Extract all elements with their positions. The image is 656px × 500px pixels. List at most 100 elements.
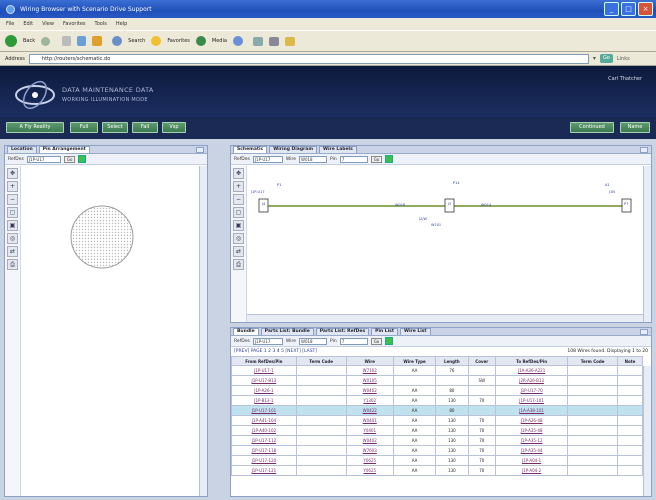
schem-refresh-icon[interactable] bbox=[385, 155, 394, 163]
wl-pin-input[interactable]: 7 bbox=[339, 337, 368, 345]
tab-wire-labels[interactable]: Wire Labels bbox=[319, 146, 357, 153]
column-header[interactable]: To RefDes/Pin bbox=[494, 356, 569, 366]
cell-link[interactable]: Y1302 bbox=[363, 398, 376, 403]
menu-view[interactable]: View bbox=[42, 21, 54, 27]
cell-link[interactable]: W0401 bbox=[363, 418, 377, 423]
schem-wire-input[interactable]: W018 bbox=[298, 155, 327, 163]
schem-arrow-icon[interactable]: ⇄ bbox=[233, 246, 244, 257]
left-panel-scrollbar[interactable] bbox=[199, 166, 207, 496]
magnify-icon[interactable]: ◎ bbox=[7, 233, 18, 244]
table-cell[interactable]: J1P-A26-48 bbox=[494, 415, 569, 426]
cell-link[interactable]: J1P-U17-118 bbox=[252, 448, 277, 453]
schem-go-button[interactable]: Go bbox=[370, 155, 383, 163]
refdes-go-button[interactable]: Go bbox=[63, 155, 76, 163]
cell-link[interactable]: J1P-U17-B13 bbox=[252, 378, 277, 383]
table-cell[interactable]: J1P-A41-104 bbox=[231, 415, 297, 426]
folder-icon[interactable] bbox=[284, 36, 295, 46]
table-cell[interactable]: W0422 bbox=[345, 405, 394, 416]
cell-link[interactable]: J1P-B13-1 bbox=[254, 398, 273, 403]
table-cell[interactable]: J1P-U17-112 bbox=[231, 435, 297, 446]
dropdown-arrow-icon[interactable]: ▾ bbox=[593, 55, 596, 62]
back-button[interactable]: Back bbox=[23, 38, 35, 44]
close-button[interactable]: × bbox=[638, 2, 653, 16]
links-label[interactable]: Links bbox=[617, 56, 630, 62]
table-cell[interactable]: J1P-U17-121 bbox=[231, 465, 297, 476]
connector-pin-diagram[interactable] bbox=[69, 204, 135, 270]
column-header[interactable]: Term Code bbox=[295, 356, 347, 366]
cell-link[interactable]: J1P-U17-121 bbox=[252, 468, 277, 473]
wirelist-close-icon[interactable] bbox=[640, 329, 648, 335]
schematic-h-scrollbar[interactable] bbox=[247, 314, 643, 322]
forward-icon[interactable] bbox=[41, 36, 51, 46]
cell-link[interactable]: J1P-A40-102 bbox=[252, 428, 276, 433]
arrow-icon[interactable]: ⇄ bbox=[7, 246, 18, 257]
table-row[interactable]: J1P-U17-121 Y0625 AA 130 70 J1P-A04-2 bbox=[231, 465, 643, 476]
schem-magnify-icon[interactable]: ◎ bbox=[233, 233, 244, 244]
cell-link[interactable]: J1P-U17-112 bbox=[252, 438, 277, 443]
table-row[interactable]: J1P-A26-1 W0402 AA 80 J1P-U17-70 bbox=[231, 385, 643, 396]
tab-wire-list[interactable]: Wire List bbox=[400, 328, 431, 335]
zoom-in-icon[interactable]: + bbox=[7, 181, 18, 192]
table-cell[interactable]: J1P-U17-101 bbox=[231, 405, 297, 416]
column-header[interactable]: Cover bbox=[467, 356, 496, 366]
schem-print-icon[interactable]: ⎙ bbox=[233, 259, 244, 270]
wl-refdes-input[interactable]: J1P-U17 bbox=[252, 337, 283, 345]
cell-link[interactable]: J2R-A26-B13 bbox=[519, 378, 544, 383]
schem-pan-icon[interactable]: ✥ bbox=[233, 168, 244, 179]
cell-link[interactable]: J1P-U17-101 bbox=[519, 398, 544, 403]
cell-link[interactable]: J1P-A35-12 bbox=[521, 438, 543, 443]
schem-fit-icon[interactable]: ▢ bbox=[233, 207, 244, 218]
menu-favorites[interactable]: Favorites bbox=[63, 21, 86, 27]
column-header[interactable]: Wire bbox=[345, 356, 394, 366]
media-button[interactable]: Media bbox=[212, 38, 227, 44]
cell-link[interactable]: J1P-A35-44 bbox=[521, 448, 543, 453]
column-header[interactable]: Note bbox=[617, 356, 643, 366]
schem-zoom-out-icon[interactable]: − bbox=[233, 194, 244, 205]
go-button[interactable]: Go bbox=[599, 54, 613, 63]
table-cell[interactable]: J1P-A26-1 bbox=[231, 385, 297, 396]
refresh-green-icon[interactable] bbox=[78, 155, 87, 163]
tab-pin-arrangement[interactable]: Pin Arrangement bbox=[38, 146, 90, 153]
menu-file[interactable]: File bbox=[6, 21, 14, 27]
table-row[interactable]: J1P-U17-120 Y0625 AA 130 70 J1P-A04-1 bbox=[231, 455, 643, 466]
cell-link[interactable]: Y0625 bbox=[363, 468, 376, 473]
tab-schematic[interactable]: Schematic bbox=[233, 146, 268, 153]
schematic-close-icon[interactable] bbox=[640, 147, 648, 153]
table-cell[interactable]: J1P-U17-1 bbox=[231, 365, 297, 376]
table-cell[interactable]: J1A-A36-A221 bbox=[494, 365, 569, 376]
star-icon[interactable] bbox=[151, 36, 162, 46]
table-cell[interactable]: J1P-U17-101 bbox=[494, 395, 569, 406]
cell-link[interactable]: W7603 bbox=[363, 448, 377, 453]
table-cell[interactable]: J1P-A35-12 bbox=[494, 435, 569, 446]
table-cell[interactable]: W0105 bbox=[345, 375, 394, 386]
table-cell[interactable]: J1P-A35-48 bbox=[494, 425, 569, 436]
wirelist-scrollbar[interactable] bbox=[643, 366, 651, 496]
favorites-button[interactable]: Favorites bbox=[167, 38, 190, 44]
mail-icon[interactable] bbox=[252, 36, 263, 46]
search-button[interactable]: Search bbox=[128, 38, 145, 44]
media-icon[interactable] bbox=[195, 36, 206, 46]
table-cell[interactable]: Y0625 bbox=[345, 455, 394, 466]
pan-icon[interactable]: ✥ bbox=[7, 168, 18, 179]
column-header[interactable]: Length bbox=[435, 356, 469, 366]
table-cell[interactable]: J1P-A04-1 bbox=[494, 455, 569, 466]
cell-link[interactable]: W7102 bbox=[363, 368, 377, 373]
table-cell[interactable]: Y0401 bbox=[345, 425, 394, 436]
print-tool-icon[interactable]: ⎙ bbox=[7, 259, 18, 270]
nav-button-vsp[interactable]: Vsp bbox=[162, 122, 186, 133]
print-icon[interactable] bbox=[268, 36, 279, 46]
table-row[interactable]: J1P-A41-104 W0401 AA 130 70 J1P-A26-48 bbox=[231, 415, 643, 426]
table-cell[interactable]: W7603 bbox=[345, 445, 394, 456]
menu-help[interactable]: Help bbox=[116, 21, 127, 27]
nav-button-full[interactable]: Full bbox=[70, 122, 98, 133]
table-row[interactable]: J1P-B13-1 Y1302 AA 130 70 J1P-U17-101 bbox=[231, 395, 643, 406]
table-row[interactable]: J1P-U17-118 W7603 AA 130 70 J1P-A35-44 bbox=[231, 445, 643, 456]
table-cell[interactable]: J1A-A38-101 bbox=[494, 405, 569, 416]
cell-link[interactable]: J1A-A38-101 bbox=[519, 408, 544, 413]
nav-button-fall[interactable]: Fall bbox=[132, 122, 158, 133]
cell-link[interactable]: J1P-U17-120 bbox=[252, 458, 277, 463]
tab-parts-list-bundle[interactable]: Parts List: Bundle bbox=[260, 328, 314, 335]
panel-close-icon[interactable] bbox=[196, 147, 204, 153]
schem-pin-input[interactable]: 7 bbox=[339, 155, 368, 163]
table-row[interactable]: J1P-A40-102 Y0401 AA 130 70 J1P-A35-48 bbox=[231, 425, 643, 436]
